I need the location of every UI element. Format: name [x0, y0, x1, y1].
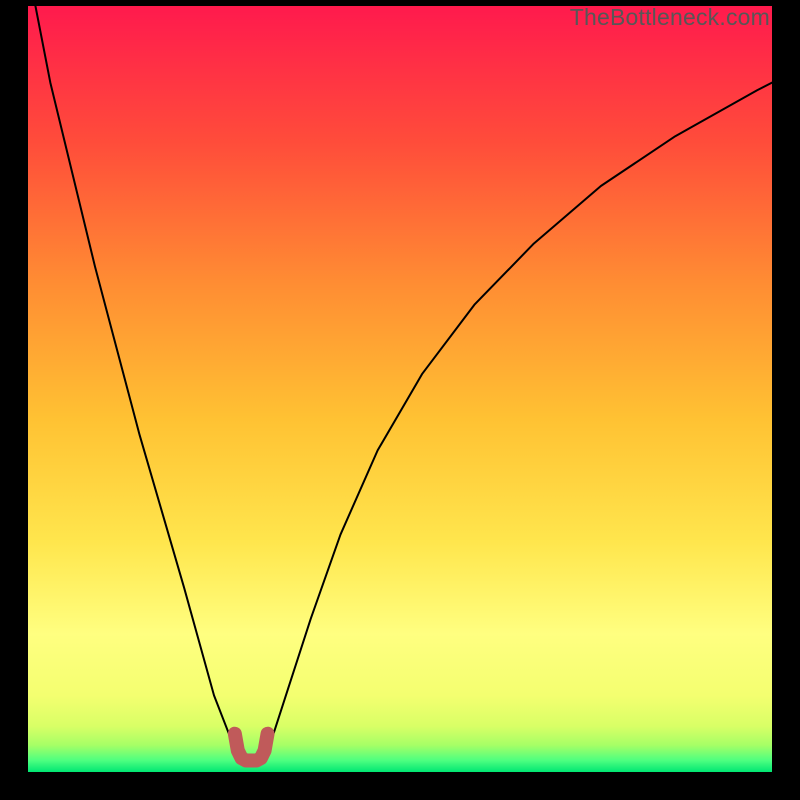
chart-frame: [28, 6, 772, 772]
watermark-text: TheBottleneck.com: [570, 4, 770, 31]
bottleneck-chart: [28, 6, 772, 772]
gradient-background: [28, 6, 772, 772]
